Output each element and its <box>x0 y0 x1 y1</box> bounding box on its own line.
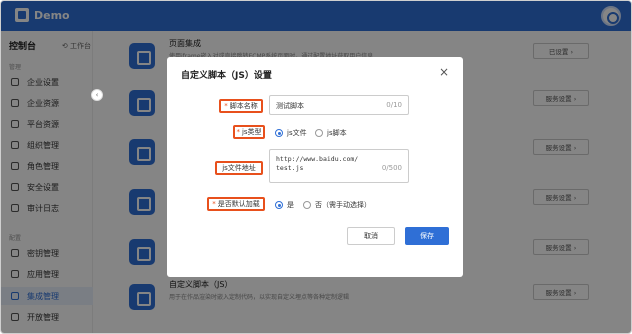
radio-unchecked-icon <box>315 129 323 137</box>
radio-label: js脚本 <box>327 129 347 137</box>
char-count: 0/500 <box>381 164 402 172</box>
required-mark: * <box>212 200 216 208</box>
radio-label: 是 <box>287 201 294 209</box>
radio-checked-icon <box>275 129 283 137</box>
label-text: 是否默认加载 <box>217 200 260 208</box>
app-window: Demo 控制台 ⟲ 工作台 管理 企业设置 企业资源 平台资源 组织管理 角色… <box>0 0 632 334</box>
default-load-radio-yes[interactable]: 是 <box>275 200 294 210</box>
default-load-label: * 是否默认加载 <box>207 197 265 211</box>
close-icon[interactable]: × <box>439 65 449 79</box>
char-count: 0/10 <box>386 101 402 109</box>
label-text: 脚本名称 <box>229 102 258 110</box>
radio-label: js文件 <box>287 129 307 137</box>
required-mark: * <box>224 102 228 110</box>
script-name-input[interactable]: 测试脚本 0/10 <box>269 95 409 115</box>
input-value: 测试脚本 <box>276 102 304 110</box>
radio-checked-icon <box>275 201 283 209</box>
label-text: js类型 <box>241 128 262 136</box>
radio-label: 否（需手动选择） <box>315 201 371 209</box>
js-file-url-textarea[interactable]: http://www.baidu.com/test.js 0/500 <box>269 149 409 183</box>
custom-js-dialog: 自定义脚本（JS）设置 × * 脚本名称 测试脚本 0/10 * js类型 js文件… <box>167 57 463 277</box>
dialog-title: 自定义脚本（JS）设置 <box>181 71 272 81</box>
cancel-button[interactable]: 取消 <box>347 227 395 245</box>
js-type-radio-script[interactable]: js脚本 <box>315 128 347 138</box>
default-load-radio-no[interactable]: 否（需手动选择） <box>303 200 371 210</box>
collapse-sidebar-chevron-icon[interactable]: ‹ <box>91 89 103 101</box>
js-file-url-label: js文件地址 <box>215 161 263 175</box>
radio-unchecked-icon <box>303 201 311 209</box>
save-button[interactable]: 保存 <box>405 227 449 245</box>
input-value: http://www.baidu.com/test.js <box>276 155 359 172</box>
js-type-label: * js类型 <box>233 125 265 139</box>
js-type-radio-file[interactable]: js文件 <box>275 128 307 138</box>
label-text: js文件地址 <box>222 164 256 172</box>
required-mark: * <box>236 128 240 136</box>
script-name-label: * 脚本名称 <box>219 99 263 113</box>
